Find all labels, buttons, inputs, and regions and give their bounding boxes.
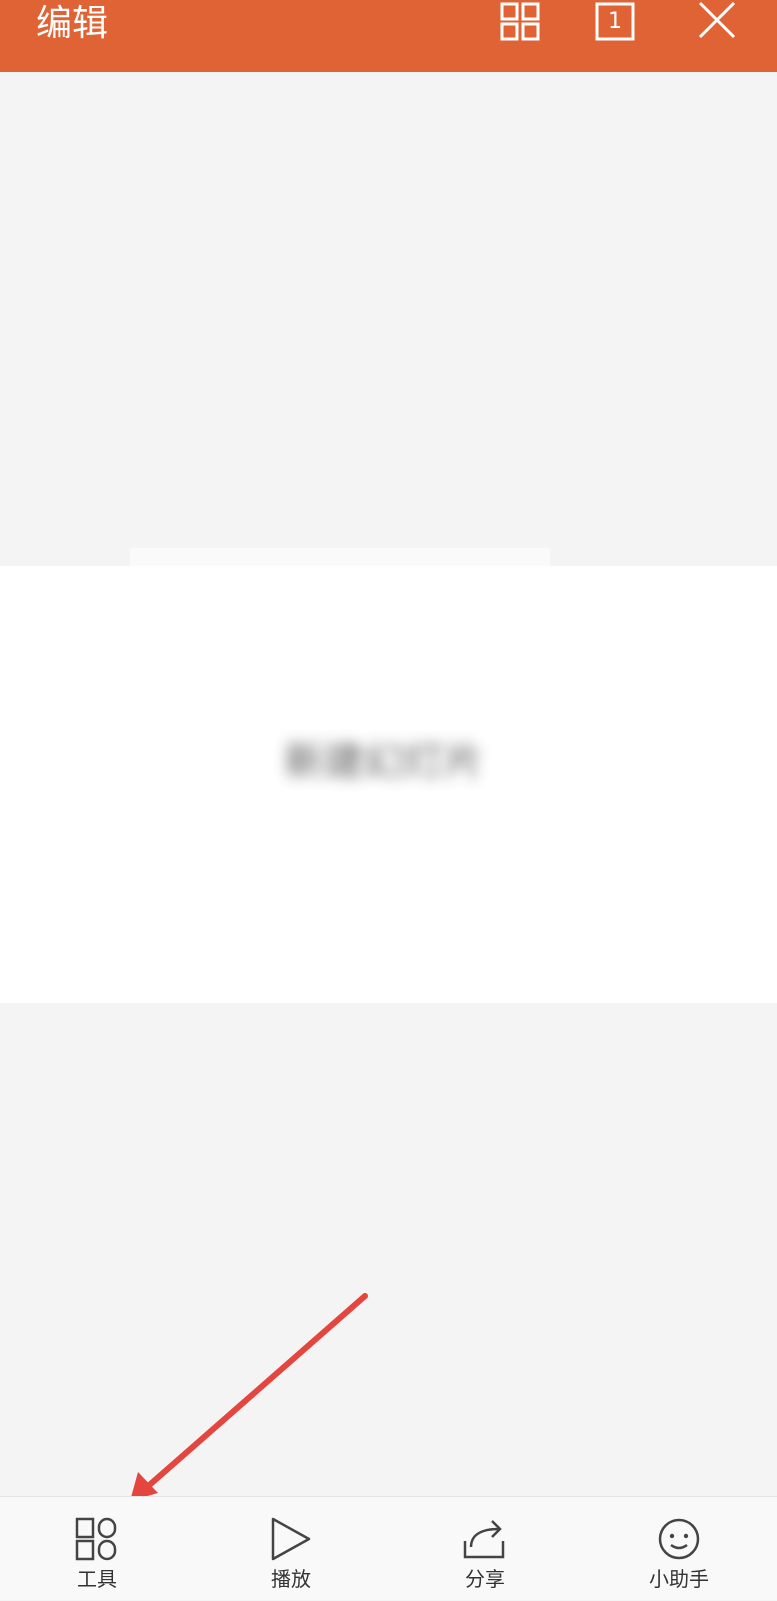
tab-play[interactable]: 播放 <box>231 1497 351 1601</box>
tab-share-label: 分享 <box>465 1567 505 1591</box>
page-number-button[interactable]: 1 <box>586 0 646 44</box>
assistant-icon <box>658 1518 700 1560</box>
tab-play-label: 播放 <box>271 1567 311 1591</box>
tab-assistant-label: 小助手 <box>649 1567 709 1591</box>
grid-view-button[interactable] <box>490 0 550 44</box>
tools-icon <box>75 1517 117 1561</box>
bottom-toolbar: 工具 播放 分享 小助手 <box>0 1496 777 1600</box>
tab-share[interactable]: 分享 <box>425 1497 545 1601</box>
slide-blurred-text: 新建幻灯片 <box>284 739 484 785</box>
close-icon <box>698 1 736 39</box>
tab-tools-label: 工具 <box>77 1567 117 1591</box>
tab-tools[interactable]: 工具 <box>37 1497 157 1601</box>
share-icon <box>463 1520 505 1559</box>
page-title: 编辑 <box>36 3 109 44</box>
close-button[interactable] <box>690 0 750 44</box>
slide-top-edge <box>130 548 550 568</box>
app-header: 编辑 1 <box>0 0 777 72</box>
play-icon <box>271 1517 311 1561</box>
grid-view-icon <box>500 2 540 41</box>
tab-assistant[interactable]: 小助手 <box>619 1497 739 1601</box>
page-number-label: 1 <box>608 9 622 34</box>
